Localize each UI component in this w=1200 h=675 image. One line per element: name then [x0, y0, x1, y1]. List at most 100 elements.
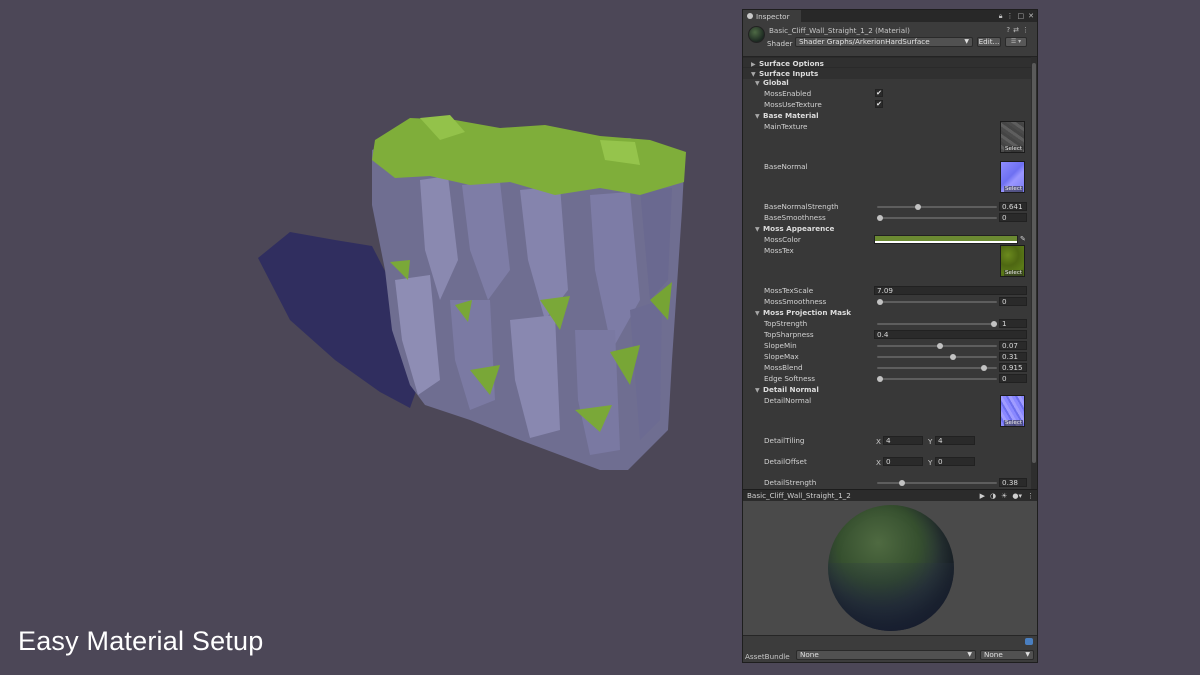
prop-base-smoothness: BaseSmoothness 0	[743, 212, 1031, 223]
prop-label: MainTexture	[764, 122, 808, 131]
base-normal-strength-field[interactable]: 0.641	[999, 202, 1027, 211]
moss-use-texture-checkbox[interactable]: ✔	[875, 100, 883, 108]
slope-max-slider[interactable]	[877, 354, 997, 360]
shader-dropdown[interactable]: Shader Graphs/ArkerionHardSurface ▼	[795, 37, 973, 47]
prop-label: DetailNormal	[764, 396, 812, 405]
slider-knob[interactable]	[914, 204, 921, 210]
foldout-moss-projection[interactable]: ▼ Moss Projection Mask	[743, 307, 1031, 318]
preview-title: Basic_Cliff_Wall_Straight_1_2	[747, 491, 851, 500]
scrollbar-thumb[interactable]	[1032, 63, 1036, 463]
foldout-label: Detail Normal	[763, 385, 819, 394]
foldout-moss-appearance[interactable]: ▼ Moss Appearence	[743, 223, 1031, 234]
asset-bundle-variant-dropdown[interactable]: None ▼	[980, 650, 1034, 660]
base-smoothness-field[interactable]: 0	[999, 213, 1027, 222]
slider-knob[interactable]	[877, 299, 883, 305]
foldout-global[interactable]: ▼ Global	[743, 77, 1031, 88]
moss-blend-field[interactable]: 0.915	[999, 363, 1027, 372]
more-icon[interactable]: ⋮	[1007, 12, 1014, 21]
moss-tex-scale-field[interactable]: 7.09	[874, 286, 1027, 295]
slope-min-field[interactable]: 0.07	[999, 341, 1027, 350]
preview-shape-icon[interactable]: ●▾	[1012, 491, 1022, 501]
asset-bundle-value: None	[800, 650, 819, 659]
select-label: Select	[1004, 420, 1023, 426]
edge-softness-field[interactable]: 0	[999, 374, 1027, 383]
base-smoothness-slider[interactable]	[877, 215, 997, 221]
moss-tex-slot[interactable]: Select	[1000, 245, 1025, 277]
foldout-base-material[interactable]: ▼ Base Material	[743, 110, 1031, 121]
top-strength-slider[interactable]	[877, 321, 997, 327]
more-icon[interactable]: ⋮	[1027, 491, 1034, 501]
prop-label: MossTexScale	[764, 286, 814, 295]
prop-label: MossColor	[764, 235, 801, 244]
prop-top-sharpness: TopSharpness 0.4	[743, 329, 1031, 340]
prop-label: DetailOffset	[764, 457, 807, 466]
maximize-icon[interactable]: □	[1018, 12, 1025, 21]
top-sharpness-field[interactable]: 0.4	[874, 330, 1027, 339]
slider-knob[interactable]	[949, 354, 956, 360]
material-preview[interactable]	[743, 501, 1037, 635]
detail-tiling-x-field[interactable]: 4	[883, 436, 923, 445]
prop-label: SlopeMax	[764, 352, 799, 361]
slope-max-field[interactable]: 0.31	[999, 352, 1027, 361]
eyedropper-icon[interactable]: ✎	[1020, 235, 1028, 244]
slider-knob[interactable]	[877, 376, 883, 382]
moss-blend-slider[interactable]	[877, 365, 997, 371]
detail-strength-slider[interactable]	[877, 480, 997, 486]
lock-icon[interactable]: 🔒︎	[999, 12, 1003, 21]
shader-label: Shader	[767, 39, 793, 48]
prop-moss-color: MossColor ✎	[743, 234, 1031, 245]
slider-knob[interactable]	[898, 480, 905, 486]
preset-icon[interactable]: ⇄	[1013, 26, 1019, 34]
edit-shader-button[interactable]: Edit...	[977, 37, 1001, 47]
sphere-icon[interactable]: ◑	[990, 491, 996, 501]
inspector-scrollbar[interactable]	[1031, 57, 1037, 489]
prop-label: BaseNormal	[764, 162, 808, 171]
properties-list: ▶ Surface Options ▼ Surface Inputs ▼ Global…	[743, 57, 1031, 489]
play-icon[interactable]: ▶	[980, 491, 985, 501]
detail-tiling-y-field[interactable]: 4	[935, 436, 975, 445]
prop-moss-blend: MossBlend 0.915	[743, 362, 1031, 373]
light-icon[interactable]: ☀	[1001, 491, 1007, 501]
prop-label: TopSharpness	[764, 330, 814, 339]
help-icon[interactable]: ?	[1006, 26, 1010, 34]
asset-bundle-dropdown[interactable]: None ▼	[796, 650, 976, 660]
material-header: Basic_Cliff_Wall_Straight_1_2 (Material)…	[743, 22, 1037, 57]
shader-options-button[interactable]: ☰ ▾	[1005, 37, 1027, 47]
slider-knob[interactable]	[937, 343, 944, 349]
slope-min-slider[interactable]	[877, 343, 997, 349]
moss-smoothness-slider[interactable]	[877, 299, 997, 305]
menu-icon[interactable]: ⋮	[1022, 26, 1029, 34]
moss-enabled-checkbox[interactable]: ✔	[875, 89, 883, 97]
foldout-label: Moss Projection Mask	[763, 308, 852, 317]
prop-edge-softness: Edge Softness 0	[743, 373, 1031, 384]
base-normal-slot[interactable]: Select	[1000, 161, 1025, 193]
top-strength-field[interactable]: 1	[999, 319, 1027, 328]
tab-inspector[interactable]: Inspector	[743, 10, 801, 22]
moss-color-field[interactable]	[874, 235, 1018, 244]
prop-label: Edge Softness	[764, 374, 816, 383]
detail-offset-x-field[interactable]: 0	[883, 457, 923, 466]
detail-offset-y-field[interactable]: 0	[935, 457, 975, 466]
asset-footer: AssetBundle None ▼ None ▼	[743, 635, 1037, 662]
main-texture-slot[interactable]: Select	[1000, 121, 1025, 153]
prop-label: SlopeMin	[764, 341, 797, 350]
select-label: Select	[1004, 270, 1023, 276]
material-thumbnail	[748, 26, 765, 43]
slider-knob[interactable]	[877, 215, 883, 221]
close-icon[interactable]: ✕	[1028, 12, 1034, 21]
y-label: Y	[928, 458, 933, 467]
label-tag-icon[interactable]	[1025, 638, 1033, 645]
prop-detail-normal: DetailNormal	[743, 395, 1031, 406]
prop-label: BaseNormalStrength	[764, 202, 839, 211]
slider-knob[interactable]	[991, 321, 997, 327]
edge-softness-slider[interactable]	[877, 376, 997, 382]
moss-smoothness-field[interactable]: 0	[999, 297, 1027, 306]
foldout-detail-normal[interactable]: ▼ Detail Normal	[743, 384, 1031, 395]
caption-title: Easy Material Setup	[18, 626, 264, 656]
slider-knob[interactable]	[981, 365, 988, 371]
shader-value: Shader Graphs/ArkerionHardSurface	[799, 37, 930, 46]
detail-normal-slot[interactable]: Select	[1000, 395, 1025, 427]
base-normal-strength-slider[interactable]	[877, 204, 997, 210]
detail-strength-field[interactable]: 0.38	[999, 478, 1027, 487]
prop-moss-tex-scale: MossTexScale 7.09	[743, 285, 1031, 296]
